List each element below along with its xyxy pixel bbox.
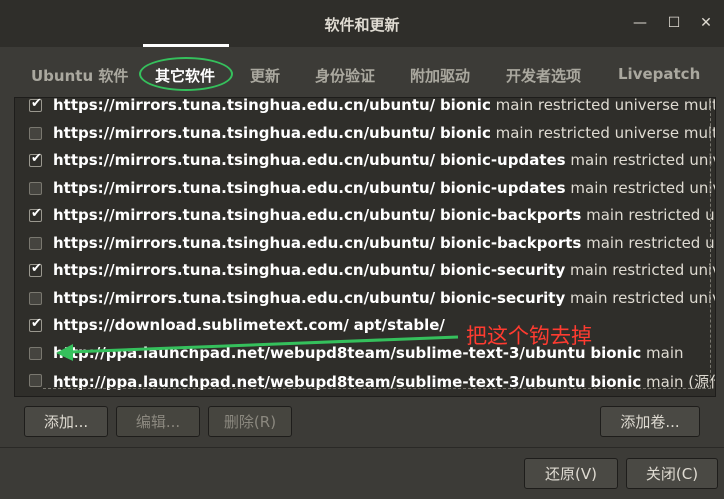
add-button[interactable]: 添加... [24, 406, 108, 437]
maximize-icon[interactable]: ☐ [664, 13, 684, 33]
checkmark-icon: ✔ [31, 261, 42, 276]
source-checkbox[interactable] [29, 126, 42, 140]
source-checkbox[interactable] [29, 346, 42, 360]
source-checkbox[interactable]: ✔ [29, 206, 42, 222]
checkmark-icon: ✔ [31, 97, 42, 111]
source-text: https://mirrors.tuna.tsinghua.edu.cn/ubu… [53, 233, 715, 252]
source-row[interactable]: ✔ https://mirrors.tuna.tsinghua.edu.cn/ub… [15, 257, 715, 285]
source-row[interactable]: https://mirrors.tuna.tsinghua.edu.cn/ubu… [15, 120, 715, 148]
source-url: https://mirrors.tuna.tsinghua.edu.cn/ubu… [53, 288, 436, 307]
annotation-text: 把这个钩去掉 [466, 324, 592, 348]
source-text: https://mirrors.tuna.tsinghua.edu.cn/ubu… [53, 123, 715, 142]
focus-border-bottom [43, 388, 711, 389]
source-text: https://mirrors.tuna.tsinghua.edu.cn/ubu… [53, 151, 715, 169]
source-url: https://mirrors.tuna.tsinghua.edu.cn/ubu… [53, 206, 436, 224]
tab-additional-drivers[interactable]: 附加驱动 [410, 65, 470, 86]
close-icon[interactable]: ✕ [696, 13, 716, 33]
source-url: https://mirrors.tuna.tsinghua.edu.cn/ubu… [53, 97, 436, 114]
source-suite: bionic [439, 123, 491, 142]
source-row[interactable]: https://mirrors.tuna.tsinghua.edu.cn/ubu… [15, 175, 715, 203]
source-row[interactable]: ✔ https://mirrors.tuna.tsinghua.edu.cn/ub… [15, 147, 715, 175]
title-bar: 软件和更新 — ☐ ✕ [0, 0, 724, 47]
checkmark-icon: ✔ [31, 206, 42, 221]
remove-button[interactable]: 删除(R) [208, 406, 292, 437]
source-suite: bionic-security [439, 288, 566, 307]
annotation-ellipse [139, 57, 233, 91]
window-title: 软件和更新 [324, 16, 400, 34]
tab-livepatch[interactable]: Livepatch [618, 65, 700, 83]
tab-ubuntu-software[interactable]: Ubuntu 软件 [31, 65, 128, 86]
source-text: https://mirrors.tuna.tsinghua.edu.cn/ubu… [53, 97, 715, 114]
source-row[interactable]: ✔ https://mirrors.tuna.tsinghua.edu.cn/ub… [15, 97, 715, 120]
source-text: https://mirrors.tuna.tsinghua.edu.cn/ubu… [53, 178, 715, 197]
source-components: main [646, 343, 684, 362]
source-checkbox[interactable] [29, 236, 42, 250]
source-row[interactable]: http://ppa.launchpad.net/webupd8team/sub… [15, 367, 715, 395]
source-components: main restricted universe m [570, 151, 715, 169]
tab-updates[interactable]: 更新 [250, 65, 280, 86]
source-suite: bionic [590, 343, 642, 362]
source-components: main restricted univers [586, 206, 715, 224]
source-suite: bionic-security [439, 261, 566, 279]
focus-border-right [710, 98, 711, 388]
source-components: main restricted universe m [570, 288, 715, 307]
source-text: https://mirrors.tuna.tsinghua.edu.cn/ubu… [53, 206, 715, 224]
source-url: https://mirrors.tuna.tsinghua.edu.cn/ubu… [53, 123, 436, 142]
tab-authentication[interactable]: 身份验证 [315, 65, 375, 86]
source-row[interactable]: ✔ https://download.sublimetext.com/ apt/s… [15, 312, 715, 340]
source-checkbox[interactable]: ✔ [29, 151, 42, 167]
tab-bar: Ubuntu 软件 其它软件 更新 身份验证 附加驱动 开发者选项 Livepa… [14, 47, 716, 97]
source-row[interactable]: https://mirrors.tuna.tsinghua.edu.cn/ubu… [15, 285, 715, 313]
sources-list-panel: ✔ https://mirrors.tuna.tsinghua.edu.cn/ub… [14, 97, 716, 397]
source-suite: bionic-updates [439, 178, 566, 197]
divider [0, 447, 724, 448]
source-checkbox[interactable] [29, 374, 42, 387]
checkmark-icon: ✔ [31, 151, 42, 166]
source-checkbox[interactable]: ✔ [29, 97, 42, 112]
source-checkbox[interactable]: ✔ [29, 316, 42, 332]
source-url: https://mirrors.tuna.tsinghua.edu.cn/ubu… [53, 178, 436, 197]
source-checkbox[interactable]: ✔ [29, 261, 42, 277]
source-suite: bionic-updates [439, 151, 566, 169]
source-url: https://mirrors.tuna.tsinghua.edu.cn/ubu… [53, 261, 436, 279]
source-checkbox[interactable] [29, 181, 42, 195]
source-suite: apt/stable/ [353, 316, 445, 334]
source-suite: bionic-backports [439, 233, 582, 252]
source-row[interactable]: http://ppa.launchpad.net/webupd8team/sub… [15, 340, 715, 368]
add-volume-button[interactable]: 添加卷... [600, 406, 700, 437]
source-row[interactable]: ✔ https://mirrors.tuna.tsinghua.edu.cn/ub… [15, 202, 715, 230]
minimize-icon[interactable]: — [630, 13, 650, 33]
source-suite: bionic-backports [439, 206, 582, 224]
source-text: https://download.sublimetext.com/ apt/st… [53, 316, 445, 334]
source-components: main restricted universe m [570, 178, 715, 197]
edit-button[interactable]: 编辑... [116, 406, 200, 437]
source-checkbox[interactable] [29, 291, 42, 305]
source-url: https://download.sublimetext.com/ [53, 316, 349, 334]
source-components: main restricted universe m [570, 261, 715, 279]
source-components: main restricted universe multiverse [495, 123, 715, 142]
source-row[interactable]: https://mirrors.tuna.tsinghua.edu.cn/ubu… [15, 230, 715, 258]
source-suite: bionic [439, 97, 491, 114]
source-components: main restricted univers [586, 233, 715, 252]
close-button[interactable]: 关闭(C) [626, 458, 718, 489]
tab-developer-options[interactable]: 开发者选项 [506, 65, 581, 86]
revert-button[interactable]: 还原(V) [524, 458, 618, 489]
source-text: https://mirrors.tuna.tsinghua.edu.cn/ubu… [53, 288, 715, 307]
active-tab-indicator [143, 44, 229, 47]
source-url: https://mirrors.tuna.tsinghua.edu.cn/ubu… [53, 151, 436, 169]
sources-list: ✔ https://mirrors.tuna.tsinghua.edu.cn/ub… [15, 97, 715, 395]
checkmark-icon: ✔ [31, 316, 42, 331]
source-text: https://mirrors.tuna.tsinghua.edu.cn/ubu… [53, 261, 715, 279]
source-components: main restricted universe multiverse [495, 97, 715, 114]
source-url: https://mirrors.tuna.tsinghua.edu.cn/ubu… [53, 233, 436, 252]
